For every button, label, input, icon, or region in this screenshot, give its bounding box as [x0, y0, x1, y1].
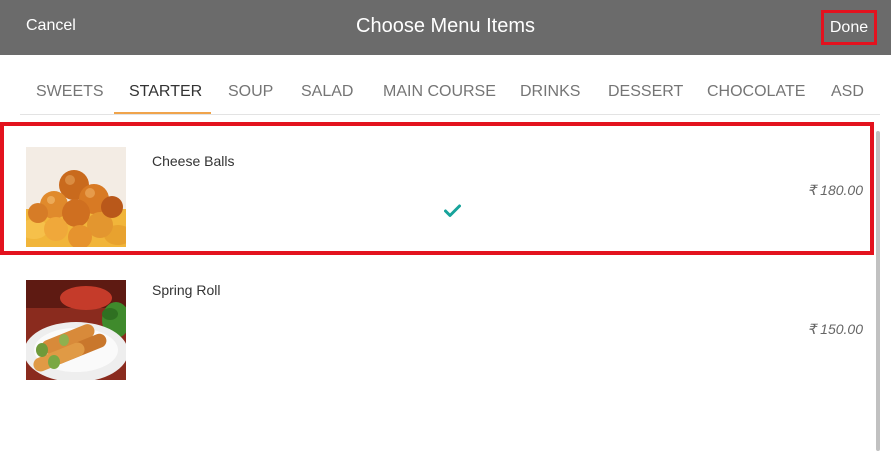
top-bar: Cancel Choose Menu Items Done	[0, 0, 891, 55]
tab-main-course[interactable]: MAIN COURSE	[383, 69, 496, 114]
tab-soup[interactable]: SOUP	[228, 69, 273, 114]
menu-item-cheese-balls[interactable]: Cheese Balls ₹ 180.00	[0, 122, 874, 255]
cheese-balls-image	[26, 147, 126, 247]
active-tab-indicator	[114, 112, 211, 114]
item-price: ₹ 150.00	[807, 321, 863, 337]
tab-drinks[interactable]: DRINKS	[520, 69, 580, 114]
tab-sweets[interactable]: SWEETS	[36, 69, 104, 114]
done-button[interactable]: Done	[821, 10, 877, 45]
item-name: Cheese Balls	[152, 153, 235, 169]
tab-salad[interactable]: SALAD	[301, 69, 353, 114]
category-tabs: SWEETS STARTER SOUP SALAD MAIN COURSE DR…	[20, 69, 880, 115]
item-price: ₹ 180.00	[807, 182, 863, 198]
check-icon	[444, 204, 461, 217]
done-button-label: Done	[829, 18, 869, 36]
scrollbar[interactable]	[876, 131, 880, 451]
tab-starter[interactable]: STARTER	[129, 69, 202, 114]
menu-item-spring-roll[interactable]: Spring Roll ₹ 150.00	[0, 259, 874, 392]
tab-dessert[interactable]: DESSERT	[608, 69, 683, 114]
tab-asd[interactable]: ASD	[831, 69, 864, 114]
page-title: Choose Menu Items	[356, 15, 535, 37]
spring-roll-image	[26, 280, 126, 380]
menu-item-list: Cheese Balls ₹ 180.00 Spring Roll ₹ 150.…	[0, 115, 891, 456]
item-name: Spring Roll	[152, 282, 221, 298]
cancel-button[interactable]: Cancel	[26, 17, 76, 35]
tab-chocolate[interactable]: CHOCOLATE	[707, 69, 805, 114]
